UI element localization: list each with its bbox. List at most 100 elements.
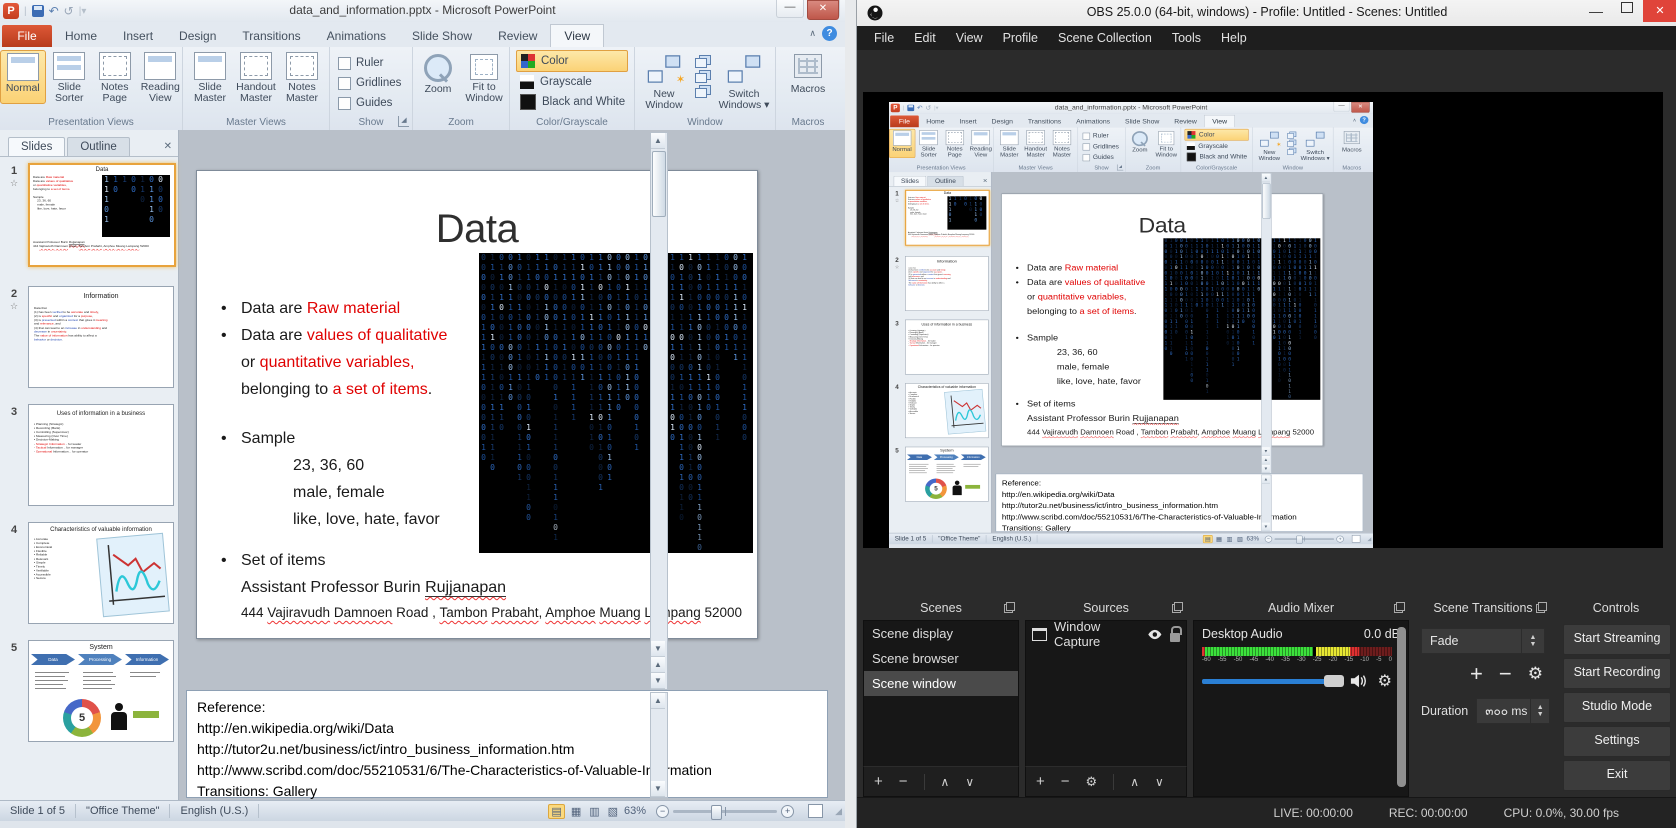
move-scene-down-icon[interactable]: ∨ bbox=[965, 775, 974, 789]
move-split-icon[interactable] bbox=[695, 85, 711, 98]
tab-insert[interactable]: Insert bbox=[110, 25, 166, 47]
mixer-scrollbar[interactable] bbox=[1397, 627, 1406, 787]
close-button[interactable]: ✕ bbox=[807, 0, 839, 20]
slide-thumbnail-4[interactable]: 4 Characteristics of valuable informatio… bbox=[0, 522, 178, 624]
settings-button[interactable]: Settings bbox=[1563, 726, 1671, 757]
handout-master-button[interactable]: Handout Master bbox=[234, 50, 278, 104]
panel-float-icon[interactable] bbox=[1536, 602, 1547, 613]
slide-canvas[interactable]: Data 000000011111100000010 1100111010011… bbox=[196, 170, 758, 639]
tab-transitions[interactable]: Transitions bbox=[229, 25, 313, 47]
fit-slide-to-window-icon[interactable] bbox=[808, 804, 823, 818]
menu-scene-collection[interactable]: Scene Collection bbox=[1049, 28, 1161, 48]
color-mode-button[interactable]: Color bbox=[516, 50, 628, 72]
studio-mode-button[interactable]: Studio Mode bbox=[1563, 692, 1671, 723]
start-recording-button[interactable]: Start Recording bbox=[1563, 658, 1671, 689]
menu-edit[interactable]: Edit bbox=[905, 28, 945, 48]
duration-spinner[interactable]: ๓๐๐ ms ▲▼ bbox=[1476, 698, 1550, 724]
menu-help[interactable]: Help bbox=[1212, 28, 1256, 48]
panel-float-icon[interactable] bbox=[1004, 602, 1015, 613]
menu-file[interactable]: File bbox=[865, 28, 903, 48]
menu-view[interactable]: View bbox=[947, 28, 992, 48]
grayscale-button[interactable]: Grayscale bbox=[516, 72, 628, 92]
window-capture-source[interactable]: P | ↶ ↺ |▾ data_and_information.pptx - M… bbox=[889, 102, 1373, 548]
macros-button[interactable]: Macros bbox=[780, 50, 836, 95]
transition-properties-gear-icon[interactable]: ⚙ bbox=[1528, 664, 1543, 684]
zoom-in-icon[interactable]: + bbox=[781, 805, 794, 818]
scene-item-selected[interactable]: Scene window bbox=[864, 671, 1018, 696]
language-indicator[interactable]: English (U.S.) bbox=[170, 804, 259, 818]
gridlines-checkbox-row[interactable]: Gridlines bbox=[338, 73, 404, 93]
tab-animations[interactable]: Animations bbox=[314, 25, 399, 47]
guides-checkbox[interactable] bbox=[338, 97, 351, 110]
tab-file[interactable]: File bbox=[2, 25, 52, 47]
notes-pane[interactable]: Reference: http://en.wikipedia.org/wiki/… bbox=[186, 690, 828, 798]
zoom-out-icon[interactable]: − bbox=[656, 805, 669, 818]
slide-thumbnail-2[interactable]: 2☆ Information Data that (1) has been ve… bbox=[0, 286, 178, 388]
close-panel-icon[interactable]: ✕ bbox=[164, 141, 172, 156]
fit-to-window-button[interactable]: Fit to Window bbox=[462, 50, 506, 104]
scroll-down-icon[interactable]: ▼ bbox=[651, 781, 665, 797]
tab-home[interactable]: Home bbox=[52, 25, 110, 47]
normal-view-button[interactable]: Normal bbox=[0, 50, 46, 104]
maximize-button[interactable] bbox=[1621, 2, 1633, 13]
scene-item[interactable]: Scene browser bbox=[864, 646, 1018, 671]
volume-slider[interactable] bbox=[1202, 679, 1340, 684]
editor-scrollbar[interactable]: ▲ ▼ ▲▲ ▼▼ bbox=[650, 132, 668, 690]
reading-view-button[interactable]: Reading View bbox=[139, 50, 183, 104]
add-transition-icon[interactable]: + bbox=[1470, 664, 1483, 684]
arrange-all-icon[interactable] bbox=[695, 55, 711, 68]
scroll-up-icon[interactable]: ▲ bbox=[651, 693, 665, 709]
scene-item[interactable]: Scene display bbox=[864, 621, 1018, 646]
help-icon[interactable]: ? bbox=[822, 26, 837, 41]
show-dialog-launcher-icon[interactable]: ◢ bbox=[398, 116, 409, 127]
exit-button[interactable]: Exit bbox=[1563, 760, 1671, 791]
scrollbar-thumb[interactable] bbox=[652, 151, 666, 217]
volume-slider-handle[interactable] bbox=[1324, 675, 1344, 687]
notes-page-button[interactable]: Notes Page bbox=[93, 50, 137, 104]
remove-transition-icon[interactable]: − bbox=[1499, 665, 1512, 683]
obs-scene-canvas[interactable]: P | ↶ ↺ |▾ data_and_information.pptx - M… bbox=[863, 92, 1663, 548]
tab-review[interactable]: Review bbox=[485, 25, 550, 47]
reading-view-icon[interactable]: ▥ bbox=[587, 805, 601, 818]
zoom-button[interactable]: Zoom bbox=[416, 50, 460, 104]
resize-grip[interactable]: ◢ bbox=[835, 806, 843, 817]
tab-view[interactable]: View bbox=[550, 24, 604, 47]
tab-slide-show[interactable]: Slide Show bbox=[399, 25, 485, 47]
slides-tab[interactable]: Slides bbox=[8, 137, 65, 156]
slide-thumbnail-5[interactable]: 5 System Data Processing Information bbox=[0, 640, 178, 742]
speaker-icon[interactable] bbox=[1350, 673, 1368, 689]
add-source-icon[interactable]: + bbox=[1036, 773, 1045, 790]
panel-float-icon[interactable] bbox=[1394, 602, 1405, 613]
next-slide-icon[interactable]: ▼▼ bbox=[651, 673, 665, 689]
cascade-windows-icon[interactable] bbox=[695, 70, 711, 83]
tab-design[interactable]: Design bbox=[166, 25, 229, 47]
spinner-arrows-icon[interactable]: ▲▼ bbox=[1530, 699, 1549, 723]
menu-tools[interactable]: Tools bbox=[1163, 28, 1210, 48]
ribbon-collapse-icon[interactable]: ∧ bbox=[809, 28, 816, 39]
slide-thumbnail-1[interactable]: 1☆ Data 11101 10 1 00 110 01110 0000 Dat… bbox=[0, 163, 178, 267]
lock-icon[interactable] bbox=[1170, 633, 1180, 642]
new-window-button[interactable]: ✶ New Window bbox=[638, 50, 690, 111]
theme-name[interactable]: "Office Theme" bbox=[76, 804, 170, 818]
slideshow-view-icon[interactable]: ▧ bbox=[606, 805, 620, 818]
start-streaming-button[interactable]: Start Streaming bbox=[1563, 624, 1671, 655]
black-and-white-button[interactable]: Black and White bbox=[516, 92, 628, 112]
slide-sorter-button[interactable]: Slide Sorter bbox=[48, 50, 92, 104]
add-scene-icon[interactable]: + bbox=[874, 773, 883, 790]
zoom-percent[interactable]: 63% bbox=[624, 805, 646, 817]
visibility-eye-icon[interactable] bbox=[1147, 628, 1163, 641]
slide-master-button[interactable]: Slide Master bbox=[188, 50, 232, 104]
previous-slide-icon[interactable]: ▲▲ bbox=[651, 657, 665, 673]
transition-select[interactable]: Fade ▲▼ bbox=[1421, 628, 1545, 654]
zoom-slider-handle[interactable] bbox=[711, 805, 722, 820]
panel-float-icon[interactable] bbox=[1172, 602, 1183, 613]
slide-sorter-view-icon[interactable]: ▦ bbox=[569, 805, 583, 818]
remove-source-icon[interactable]: − bbox=[1061, 773, 1070, 790]
notes-scrollbar[interactable]: ▲ ▼ bbox=[650, 692, 668, 798]
gridlines-checkbox[interactable] bbox=[338, 77, 351, 90]
remove-scene-icon[interactable]: − bbox=[899, 773, 908, 790]
minimize-button[interactable]: — bbox=[776, 0, 804, 18]
notes-master-button[interactable]: Notes Master bbox=[280, 50, 324, 104]
ruler-checkbox[interactable] bbox=[338, 57, 351, 70]
minimize-button[interactable]: — bbox=[1589, 0, 1603, 22]
